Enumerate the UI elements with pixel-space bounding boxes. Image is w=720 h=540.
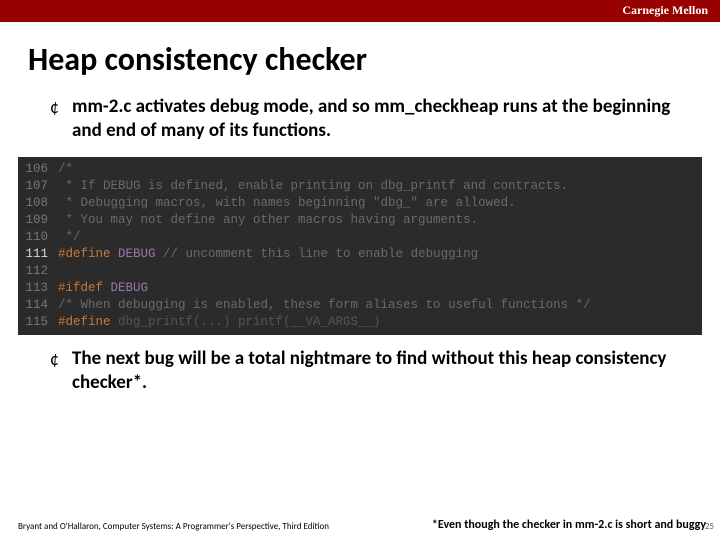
brand-label: Carnegie Mellon	[622, 3, 708, 18]
bullet-item: ¢ mm-2.c activates debug mode, and so mm…	[50, 95, 680, 143]
code-text	[58, 263, 702, 280]
bullet-text: The next bug will be a total nightmare t…	[72, 347, 680, 395]
code-line: 109 * You may not define any other macro…	[18, 212, 702, 229]
code-text: /* When debugging is enabled, these form…	[58, 297, 702, 314]
line-number: 112	[18, 263, 58, 280]
footer: Bryant and O'Hallaron, Computer Systems:…	[0, 518, 720, 532]
bullet-item: ¢ The next bug will be a total nightmare…	[50, 347, 680, 395]
line-number: 114	[18, 297, 58, 314]
line-number: 106	[18, 161, 58, 178]
code-line: 112	[18, 263, 702, 280]
code-line: 108 * Debugging macros, with names begin…	[18, 195, 702, 212]
footer-left: Bryant and O'Hallaron, Computer Systems:…	[18, 521, 329, 532]
line-number: 111	[18, 246, 58, 263]
code-text: * If DEBUG is defined, enable printing o…	[58, 178, 702, 195]
top-bar: Carnegie Mellon	[0, 0, 720, 22]
line-number: 109	[18, 212, 58, 229]
code-line: 107 * If DEBUG is defined, enable printi…	[18, 178, 702, 195]
bullet-icon: ¢	[50, 347, 72, 395]
page-title: Heap consistency checker	[28, 40, 720, 79]
code-line: 114/* When debugging is enabled, these f…	[18, 297, 702, 314]
code-text: */	[58, 229, 702, 246]
bullet-list: ¢ mm-2.c activates debug mode, and so mm…	[50, 95, 680, 143]
code-line: 106/*	[18, 161, 702, 178]
line-number: 113	[18, 280, 58, 297]
code-block: 106/*107 * If DEBUG is defined, enable p…	[18, 157, 702, 335]
line-number: 107	[18, 178, 58, 195]
bullet-icon: ¢	[50, 95, 72, 143]
code-text: * Debugging macros, with names beginning…	[58, 195, 702, 212]
code-text: #define DEBUG // uncomment this line to …	[58, 246, 702, 263]
code-text: * You may not define any other macros ha…	[58, 212, 702, 229]
code-text: /*	[58, 161, 702, 178]
page-number: 25	[705, 521, 714, 532]
code-text: #define dbg_printf(...) printf(__VA_ARGS…	[58, 314, 702, 331]
line-number: 108	[18, 195, 58, 212]
code-line: 110 */	[18, 229, 702, 246]
code-line: 115#define dbg_printf(...) printf(__VA_A…	[18, 314, 702, 331]
code-text: #ifdef DEBUG	[58, 280, 702, 297]
bullet-text: mm-2.c activates debug mode, and so mm_c…	[72, 95, 680, 143]
line-number: 110	[18, 229, 58, 246]
footer-right: *Even though the checker in mm-2.c is sh…	[432, 518, 706, 532]
line-number: 115	[18, 314, 58, 331]
code-line: 113#ifdef DEBUG	[18, 280, 702, 297]
bullet-list: ¢ The next bug will be a total nightmare…	[50, 347, 680, 395]
code-line: 111#define DEBUG // uncomment this line …	[18, 246, 702, 263]
